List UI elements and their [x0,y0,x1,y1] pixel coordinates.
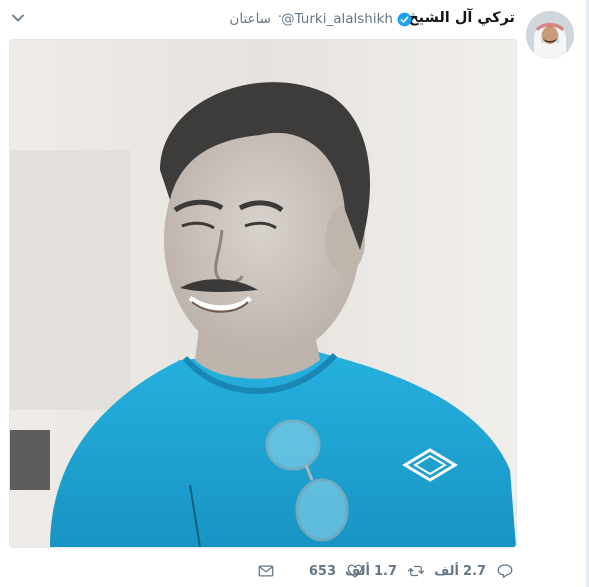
heart-icon [347,564,363,578]
like-action[interactable]: 653 [309,560,364,582]
tweet-header: تركي آل الشيخ @Turki_alalshikh · ساعتان [0,0,589,59]
tweet-media-photo[interactable] [9,39,517,548]
tweet-timestamp[interactable]: ساعتان [229,11,271,27]
verified-badge-icon [397,12,412,27]
display-name[interactable]: تركي آل الشيخ [408,10,515,26]
like-count: 653 [308,563,336,579]
reply-action[interactable]: ألف 2.7 [434,560,514,582]
retweet-icon [407,565,425,577]
user-handle[interactable]: @Turki_alalshikh [281,11,393,27]
separator-dot: · [277,10,282,25]
retweet-count: 1.7 [373,563,397,579]
envelope-icon [258,565,274,577]
reply-count-unit: ألف [434,563,459,579]
direct-message-action[interactable] [257,560,275,582]
avatar[interactable] [526,11,574,59]
reply-icon [497,564,513,579]
tweet-actions: ألف 2.7 ألف 1.7 653 [0,560,589,582]
reply-count: 2.7 [462,563,486,579]
chevron-down-icon[interactable] [10,10,26,26]
